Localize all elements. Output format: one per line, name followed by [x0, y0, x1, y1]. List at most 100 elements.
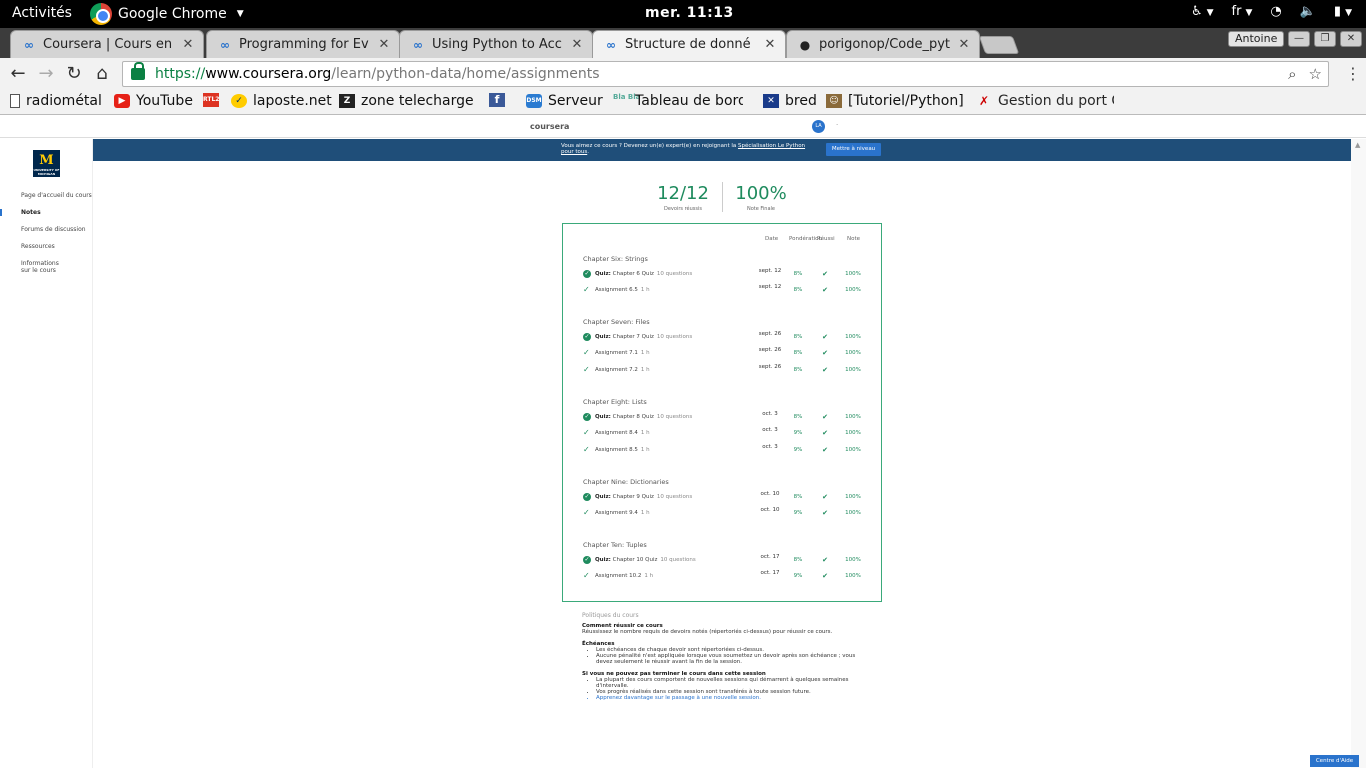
table-row[interactable]: ✓ Quiz: Chapter 7 Quiz 10 questions sept. 2…	[563, 331, 881, 343]
item-name[interactable]: Assignment 8.4 1 h	[595, 430, 650, 436]
table-row[interactable]: ✓ Assignment 9.4 1 h oct. 10 9% ✔ 100%	[563, 507, 881, 519]
bookmark-radiometal[interactable]: radiométal	[10, 93, 102, 109]
item-name[interactable]: Assignment 6.5 1 h	[595, 287, 650, 293]
table-row[interactable]: ✓ Assignment 7.2 1 h sept. 26 8% ✔ 100%	[563, 364, 881, 376]
tab-programming[interactable]: ∞ Programming for Ev ✕	[206, 30, 400, 58]
session-link[interactable]: Apprenez davantage sur le passage à une …	[596, 695, 872, 701]
item-name[interactable]: Quiz: Chapter 6 Quiz 10 questions	[595, 271, 692, 277]
sidebar-item-forums[interactable]: Forums de discussion	[0, 226, 93, 233]
pass-text: Réussissez le nombre requis de devoirs n…	[582, 629, 833, 635]
help-center-button[interactable]: Centre d'Aide	[1310, 755, 1359, 767]
session-item: La plupart des cours comportent de nouve…	[596, 677, 872, 689]
lock-icon	[131, 62, 145, 80]
bookmark-bred[interactable]: ✕ bred	[763, 93, 817, 109]
bookmark-gestion-port[interactable]: ✗ Gestion du port G	[976, 93, 1114, 109]
bookmark-laposte[interactable]: ✓ laposte.net	[231, 93, 332, 109]
table-row[interactable]: ✓ Assignment 8.4 1 h oct. 3 9% ✔ 100%	[563, 427, 881, 439]
close-tab-icon[interactable]: ✕	[957, 37, 971, 52]
sidebar-item-course-info[interactable]: Informations sur le cours	[0, 260, 70, 274]
item-date: sept. 26	[758, 347, 782, 354]
page-scrollbar[interactable]: ▲	[1351, 139, 1366, 768]
close-tab-icon[interactable]: ✕	[763, 37, 777, 52]
item-name[interactable]: Quiz: Chapter 9 Quiz 10 questions	[595, 494, 692, 500]
item-name[interactable]: Assignment 10.2 1 h	[595, 573, 653, 579]
item-date: oct. 3	[762, 427, 778, 434]
sidebar-item-course-home[interactable]: Page d'accueil du cours	[0, 192, 93, 199]
sidebar-item-grades[interactable]: Notes	[0, 209, 93, 216]
maximize-icon[interactable]: ❐	[1314, 31, 1336, 47]
bookmark-youtube[interactable]: ▶ YouTube	[114, 93, 193, 109]
item-name[interactable]: Assignment 7.2 1 h	[595, 367, 650, 373]
item-name[interactable]: Assignment 8.5 1 h	[595, 447, 650, 453]
item-name[interactable]: Quiz: Chapter 8 Quiz 10 questions	[595, 414, 692, 420]
minimize-icon[interactable]: —	[1288, 31, 1310, 47]
table-row[interactable]: ✓ Assignment 10.2 1 h oct. 17 9% ✔ 100%	[563, 570, 881, 582]
coursera-icon: ∞	[413, 37, 423, 52]
coursera-logo[interactable]: coursera	[530, 122, 569, 131]
item-weight: 8%	[793, 271, 803, 277]
item-name[interactable]: Assignment 9.4 1 h	[595, 510, 650, 516]
star-icon[interactable]: ☆	[1309, 65, 1322, 83]
language-indicator[interactable]: fr ▼	[1232, 4, 1253, 19]
item-grade: 100%	[845, 510, 861, 517]
reload-icon[interactable]: ↻	[64, 64, 84, 84]
home-icon[interactable]: ⌂	[92, 64, 112, 84]
zoom-icon[interactable]: ⌕	[1288, 65, 1296, 83]
sidebar-item-resources[interactable]: Ressources	[0, 243, 93, 250]
item-weight: 8%	[793, 287, 803, 294]
table-row[interactable]: ✓ Quiz: Chapter 6 Quiz 10 questions sept. 1…	[563, 268, 881, 280]
check-icon: ✓	[583, 428, 590, 438]
table-row[interactable]: ✓ Quiz: Chapter 8 Quiz 10 questions oct. 3 8…	[563, 411, 881, 423]
tab-structure-donnees[interactable]: ∞ Structure de donné ✕	[592, 30, 786, 58]
bookmark-tutoriel-python[interactable]: ☺ [Tutoriel/Python]	[826, 93, 964, 109]
tab-github[interactable]: ● porigonop/Code_pyt ✕	[786, 30, 980, 58]
battery-icon[interactable]: ▮ ▼	[1334, 4, 1352, 19]
app-menu[interactable]: Google Chrome ▼	[90, 3, 244, 25]
bookmark-facebook[interactable]: f	[489, 93, 511, 107]
summary-divider	[722, 182, 723, 212]
accessibility-icon[interactable]: ♿ ▼	[1191, 4, 1214, 19]
close-tab-icon[interactable]: ✕	[181, 37, 195, 52]
final-grade-summary: 100% Note Finale	[735, 183, 787, 212]
activities-button[interactable]: Activités	[12, 5, 72, 21]
coursera-header: coursera LA ·	[0, 116, 1366, 138]
university-logo[interactable]: M UNIVERSITY OF MICHIGAN	[33, 150, 60, 177]
menu-icon[interactable]: ⋮	[1345, 64, 1361, 83]
bookmark-tableau-de-bord[interactable]: Bla Bla Tableau de bord	[613, 93, 743, 109]
item-date: sept. 26	[758, 331, 782, 337]
chapter-title: Chapter Seven: Files	[583, 318, 650, 326]
address-bar[interactable]: https:// www.coursera.org /learn/python-…	[122, 61, 1329, 87]
passed-check-icon: ✔	[822, 493, 828, 501]
new-tab-button[interactable]	[978, 36, 1020, 54]
close-tab-icon[interactable]: ✕	[570, 37, 584, 52]
item-name[interactable]: Assignment 7.1 1 h	[595, 350, 650, 356]
item-grade: 100%	[845, 494, 861, 500]
account-menu-icon[interactable]: ·	[836, 121, 838, 129]
chapter-title: Chapter Six: Strings	[583, 255, 648, 263]
profile-button[interactable]: Antoine	[1228, 31, 1285, 47]
table-row[interactable]: ✓ Assignment 7.1 1 h sept. 26 8% ✔ 100%	[563, 347, 881, 359]
system-tray: ♿ ▼ fr ▼ ◔ 🔈 ▮ ▼	[1191, 4, 1352, 19]
table-row[interactable]: ✓ Quiz: Chapter 10 Quiz 10 questions oct. 1…	[563, 554, 881, 566]
item-name[interactable]: Quiz: Chapter 10 Quiz 10 questions	[595, 557, 696, 563]
tab-coursera[interactable]: ∞ Coursera | Cours en ✕	[10, 30, 204, 58]
tab-using-python[interactable]: ∞ Using Python to Acc ✕	[399, 30, 593, 58]
item-weight: 9%	[793, 573, 803, 580]
table-row[interactable]: ✓ Assignment 6.5 1 h sept. 12 8% ✔ 100%	[563, 284, 881, 296]
clock[interactable]: mer. 11:13	[645, 5, 734, 21]
back-icon[interactable]: ←	[8, 64, 28, 84]
table-row[interactable]: ✓ Assignment 8.5 1 h oct. 3 9% ✔ 100%	[563, 444, 881, 456]
passed-check-icon: ✔	[822, 413, 828, 421]
bookmark-zone-telechargement[interactable]: Zzone telechargem	[339, 93, 474, 109]
close-window-icon[interactable]: ✕	[1340, 31, 1362, 47]
avatar[interactable]: LA	[812, 120, 825, 133]
forward-icon[interactable]: →	[36, 64, 56, 84]
bookmark-rtl2[interactable]: RTL2	[203, 93, 219, 107]
upgrade-button[interactable]: Mettre à niveau	[826, 143, 881, 156]
volume-icon[interactable]: 🔈	[1300, 4, 1316, 19]
table-row[interactable]: ✓ Quiz: Chapter 9 Quiz 10 questions oct. 10…	[563, 491, 881, 503]
item-name[interactable]: Quiz: Chapter 7 Quiz 10 questions	[595, 334, 692, 340]
wifi-icon[interactable]: ◔	[1270, 4, 1281, 19]
bookmark-serveur[interactable]: DSM Serveur	[526, 93, 603, 109]
close-tab-icon[interactable]: ✕	[377, 37, 391, 52]
